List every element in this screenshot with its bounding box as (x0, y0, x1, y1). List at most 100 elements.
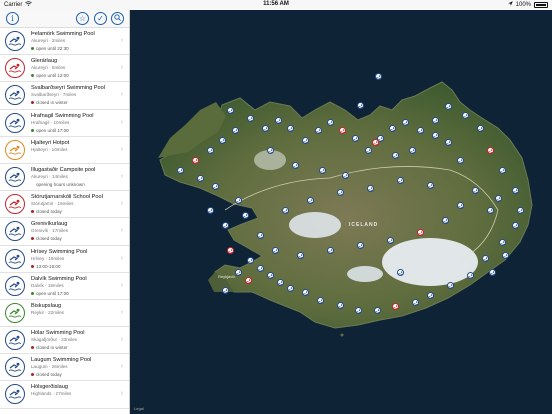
pool-list-item[interactable]: Hólar Swimming Pool Skagafjörður · 23mile… (0, 327, 129, 355)
pool-map-pin[interactable] (212, 183, 219, 190)
pool-map-pin[interactable] (427, 182, 434, 189)
pool-map-pin[interactable] (275, 117, 282, 124)
visited-button[interactable]: ✓ (94, 12, 107, 25)
pool-map-pin[interactable] (327, 247, 334, 254)
pool-map-pin[interactable] (417, 229, 424, 236)
pool-map-pin[interactable] (302, 137, 309, 144)
pool-map-pin[interactable] (472, 187, 479, 194)
pool-map-pin[interactable] (242, 212, 249, 219)
pool-map-pin[interactable] (222, 287, 229, 294)
pool-map-pin[interactable] (207, 207, 214, 214)
pool-list-item[interactable]: Dalvík Swimming Pool Dalvík · 19miles open… (0, 273, 129, 300)
pool-map-pin[interactable] (327, 119, 334, 126)
pool-list-item[interactable]: Hjalteyri Hotpot Hjalteyri · 10miles › (0, 137, 129, 164)
pool-map-pin[interactable] (302, 289, 309, 296)
pool-map-pin[interactable] (287, 285, 294, 292)
pool-map-pin[interactable] (445, 139, 452, 146)
pool-map-pin[interactable] (402, 119, 409, 126)
pool-list-item[interactable]: Þelamörk Swimming Pool Akureyri · 2miles o… (0, 28, 129, 56)
pool-map-pin[interactable] (315, 127, 322, 134)
pool-map-pin[interactable] (272, 247, 279, 254)
pool-map-pin[interactable] (412, 299, 419, 306)
pool-map-pin[interactable] (387, 237, 394, 244)
pool-list-item[interactable]: Grenivíkurlaug Grenivík · 17miles closed t… (0, 218, 129, 246)
pool-list-item[interactable]: Svalbarðseyri Swimming Pool Svalbarðseyri… (0, 82, 129, 110)
pool-map-pin[interactable] (365, 147, 372, 154)
pool-map-pin[interactable] (292, 162, 299, 169)
pool-map-pin[interactable] (337, 189, 344, 196)
pool-map-pin[interactable] (467, 272, 474, 279)
pool-map-pin[interactable] (372, 139, 379, 146)
pool-map-pin[interactable] (342, 172, 349, 179)
pool-map-pin[interactable] (512, 187, 519, 194)
pool-map-pin[interactable] (232, 127, 239, 134)
pool-map-pin[interactable] (247, 257, 254, 264)
pool-map-pin[interactable] (432, 132, 439, 139)
pool-map-pin[interactable] (392, 303, 399, 310)
pool-map-pin[interactable] (319, 167, 326, 174)
pool-list-item[interactable]: Hrafnagil Swimming Pool Hrafnagil · 10mil… (0, 110, 129, 137)
pool-map-pin[interactable] (374, 307, 381, 314)
pool-map-pin[interactable] (227, 247, 234, 254)
pool-map-pin[interactable] (487, 207, 494, 214)
pool-map-pin[interactable] (457, 157, 464, 164)
pool-map-pin[interactable] (257, 232, 264, 239)
pool-list-item[interactable]: Hrísey Swimming Pool Hrísey · 19miles 13:0… (0, 246, 129, 273)
pool-map-pin[interactable] (257, 265, 264, 272)
pool-map-pin[interactable] (409, 147, 416, 154)
pool-map-pin[interactable] (512, 222, 519, 229)
pool-map-pin[interactable] (445, 103, 452, 110)
pool-map-pin[interactable] (235, 269, 242, 276)
pool-map-pin[interactable] (267, 147, 274, 154)
pool-map-pin[interactable] (442, 217, 449, 224)
pool-map-pin[interactable] (207, 147, 214, 154)
pool-map-pin[interactable] (499, 167, 506, 174)
pool-map-pin[interactable] (297, 252, 304, 259)
map-view[interactable]: ICELAND Reykjavík Legal (130, 10, 552, 414)
pool-map-pin[interactable] (245, 277, 252, 284)
pool-map-pin[interactable] (397, 177, 404, 184)
pool-map-pin[interactable] (352, 135, 359, 142)
pool-map-pin[interactable] (417, 127, 424, 134)
pool-list-item[interactable]: Glerárlaug Akureyri · 5miles open until 12… (0, 55, 129, 83)
pool-map-pin[interactable] (375, 73, 382, 80)
pool-map-pin[interactable] (227, 107, 234, 114)
pool-map-pin[interactable] (397, 269, 404, 276)
pool-map-pin[interactable] (222, 222, 229, 229)
pool-list-item[interactable]: Illugastaðir Campsite pool Akureyri · 14m… (0, 164, 129, 192)
pool-map-pin[interactable] (487, 147, 494, 154)
pool-map-pin[interactable] (317, 297, 324, 304)
favorites-button[interactable]: ☆ (76, 12, 89, 25)
pool-map-pin[interactable] (177, 167, 184, 174)
pool-map-pin[interactable] (462, 112, 469, 119)
pool-list-item[interactable]: Hólsgerðislaug Highlands · 27miles › (0, 381, 129, 409)
pool-map-pin[interactable] (495, 195, 502, 202)
info-button[interactable]: i (6, 12, 19, 25)
pool-map-pin[interactable] (267, 272, 274, 279)
pool-map-pin[interactable] (517, 207, 524, 214)
pool-map-pin[interactable] (457, 202, 464, 209)
pool-map-pin[interactable] (219, 137, 226, 144)
pool-map-pin[interactable] (235, 197, 242, 204)
pool-list-item[interactable]: Stórutjarnarskóli School Pool Stórutjarni… (0, 191, 129, 219)
pool-map-pin[interactable] (502, 252, 509, 259)
pool-map-pin[interactable] (262, 125, 269, 132)
pool-list-item[interactable]: Laugum Swimming Pool Laugum · 26miles clos… (0, 354, 129, 382)
pool-map-pin[interactable] (192, 157, 199, 164)
pool-map-pin[interactable] (367, 185, 374, 192)
pool-map-pin[interactable] (247, 115, 254, 122)
pool-map-pin[interactable] (307, 197, 314, 204)
pool-map-pin[interactable] (287, 125, 294, 132)
pool-map-pin[interactable] (339, 127, 346, 134)
pool-map-pin[interactable] (392, 152, 399, 159)
pool-map-pin[interactable] (337, 302, 344, 309)
pool-map-pin[interactable] (357, 102, 364, 109)
pool-map-pin[interactable] (355, 307, 362, 314)
pool-map-pin[interactable] (482, 255, 489, 262)
pool-list-item[interactable]: Biskupslaug Reykir · 22miles › (0, 300, 129, 328)
pool-map-pin[interactable] (357, 242, 364, 249)
pool-map-pin[interactable] (447, 282, 454, 289)
pool-map-pin[interactable] (277, 279, 284, 286)
legal-link[interactable]: Legal (134, 406, 144, 411)
pool-map-pin[interactable] (197, 175, 204, 182)
